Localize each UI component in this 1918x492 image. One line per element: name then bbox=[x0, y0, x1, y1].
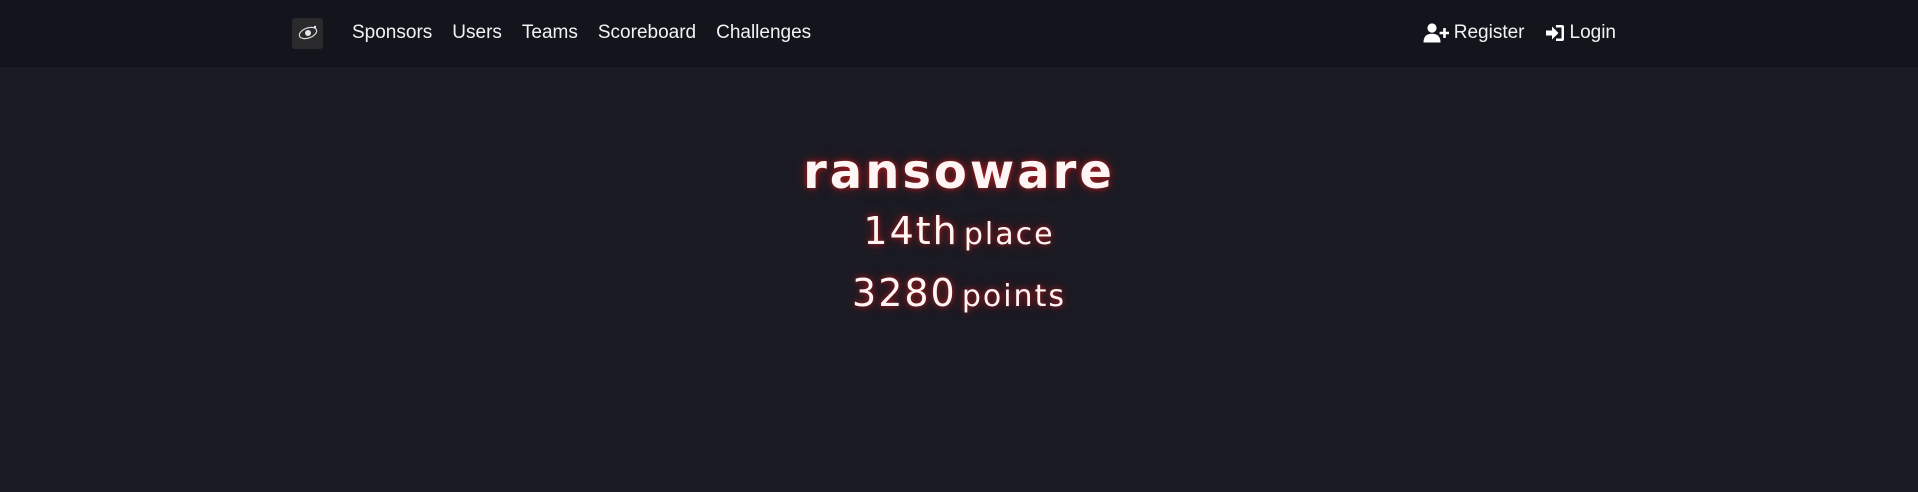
register-link[interactable]: Register bbox=[1423, 0, 1525, 66]
nav-link-teams[interactable]: Teams bbox=[522, 0, 578, 66]
team-summary: ransoware 14th place 3280 points bbox=[0, 140, 1918, 328]
place-word: place bbox=[963, 217, 1055, 252]
login-label: Login bbox=[1569, 22, 1617, 43]
points-word: points bbox=[961, 279, 1066, 314]
nav-link-challenges[interactable]: Challenges bbox=[716, 0, 811, 66]
user-plus-icon bbox=[1423, 23, 1449, 43]
ctf-logo-icon[interactable] bbox=[292, 17, 323, 49]
team-place: 14th place bbox=[0, 204, 1918, 266]
nav-link-scoreboard[interactable]: Scoreboard bbox=[598, 0, 696, 66]
navbar-auth-links: Register Login bbox=[1403, 0, 1616, 66]
sign-in-icon bbox=[1545, 25, 1564, 41]
team-name: ransoware bbox=[803, 144, 1115, 200]
points-number: 3280 bbox=[852, 271, 957, 315]
login-link[interactable]: Login bbox=[1545, 0, 1617, 66]
navbar-container: Sponsors Users Teams Scoreboard Challeng… bbox=[292, 0, 1616, 66]
nav-link-sponsors[interactable]: Sponsors bbox=[352, 0, 432, 66]
nav-link-users[interactable]: Users bbox=[452, 0, 502, 66]
register-label: Register bbox=[1453, 22, 1525, 43]
place-number: 14th bbox=[863, 209, 959, 253]
team-points: 3280 points bbox=[0, 266, 1918, 328]
top-navbar: Sponsors Users Teams Scoreboard Challeng… bbox=[0, 0, 1918, 66]
